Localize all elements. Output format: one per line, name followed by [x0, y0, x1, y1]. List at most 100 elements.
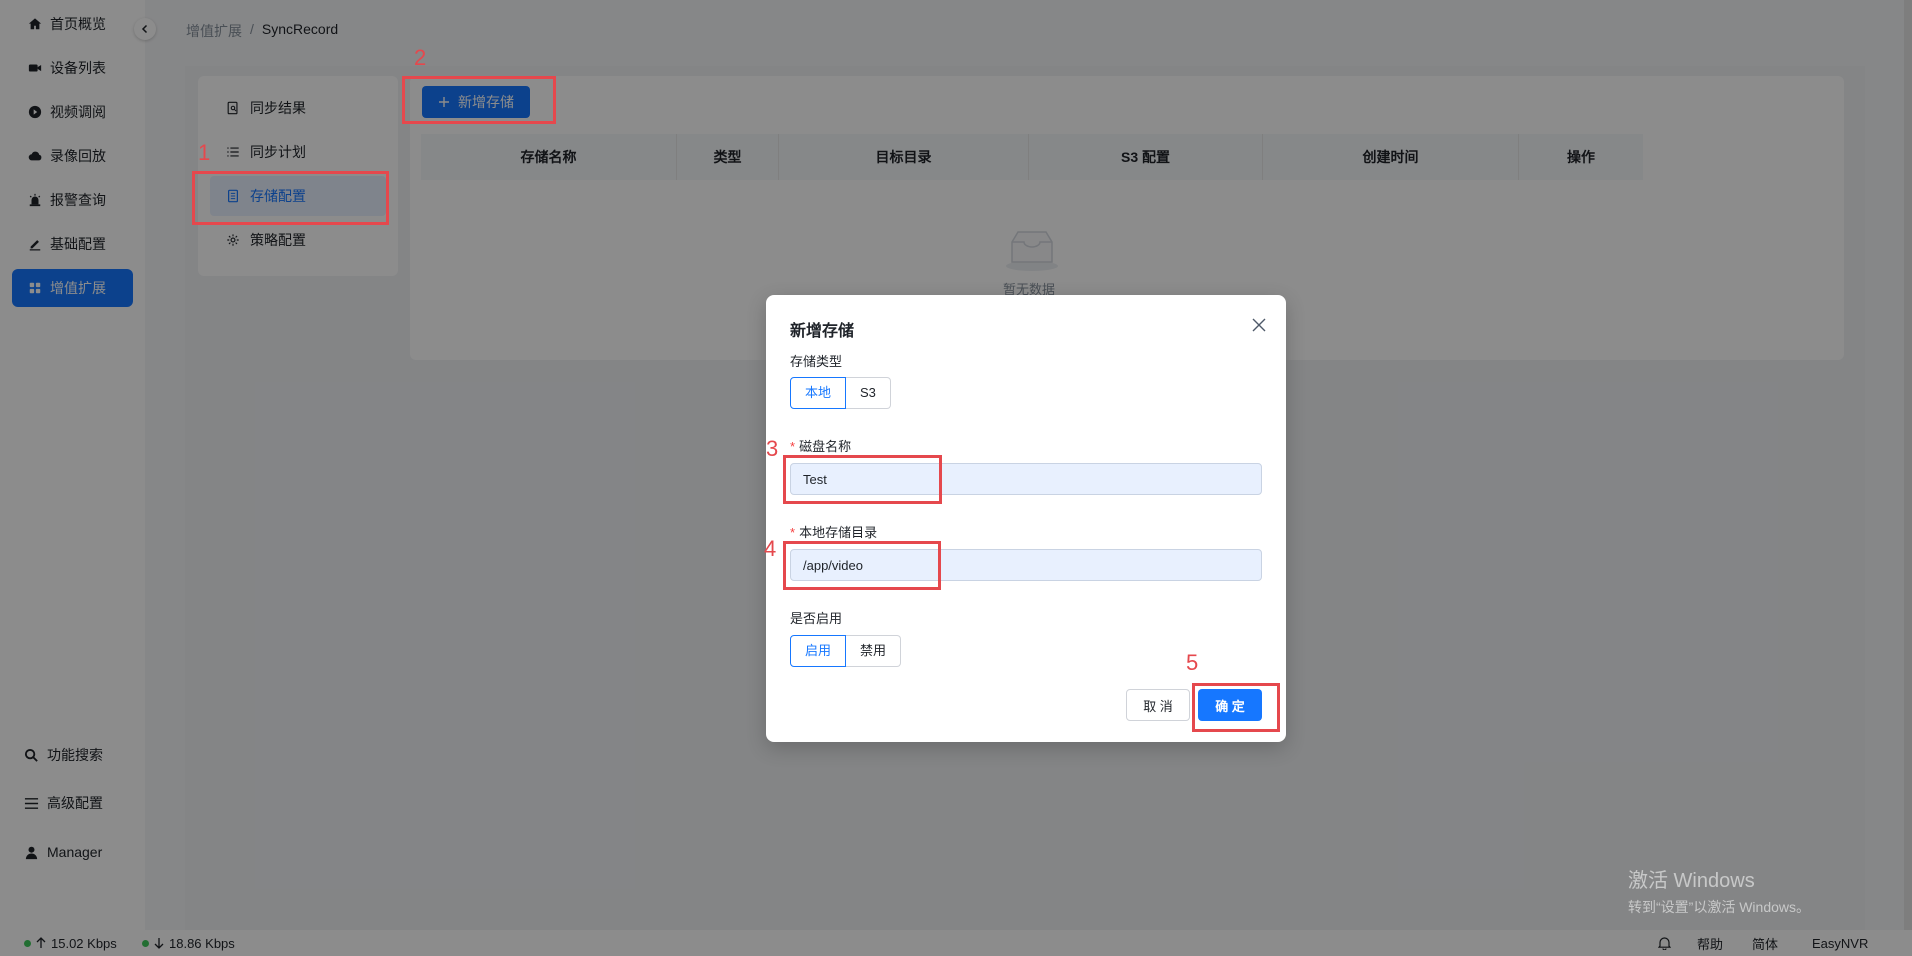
- cancel-button[interactable]: 取 消: [1126, 689, 1190, 721]
- list-icon: [227, 147, 239, 157]
- storage-type-local-option[interactable]: 本地: [790, 377, 847, 409]
- annotation-box-5: [1192, 683, 1280, 732]
- play-circle-icon: [28, 105, 42, 119]
- advanced-config-button[interactable]: 高级配置: [12, 785, 133, 821]
- enable-label: 是否启用: [790, 611, 843, 626]
- search-icon: [24, 748, 38, 762]
- sidebar-item-extensions[interactable]: 增值扩展: [12, 269, 133, 307]
- sidebar-item-label: 视频调阅: [50, 104, 106, 120]
- windows-activation-watermark: 激活 Windows 转到“设置”以激活 Windows。: [1628, 864, 1810, 917]
- close-icon: [1252, 318, 1266, 332]
- subnav-item-policy-config[interactable]: 策略配置: [210, 220, 386, 260]
- watermark-line-2: 转到“设置”以激活 Windows。: [1628, 899, 1811, 915]
- table-header: 存储名称 类型 目标目录 S3 配置 创建时间 操作: [421, 134, 1643, 180]
- notification-button[interactable]: [1658, 930, 1671, 956]
- breadcrumb-current: SyncRecord: [261, 21, 339, 37]
- document-search-icon: [227, 101, 238, 115]
- column-header-target-dir: 目标目录: [779, 134, 1029, 180]
- brand-label: EasyNVR: [1812, 935, 1869, 951]
- storage-type-label: 存储类型: [790, 354, 843, 369]
- upload-status-dot: [24, 939, 31, 947]
- menu-icon: [24, 797, 39, 809]
- page-scrollbar[interactable]: [1904, 0, 1912, 930]
- storage-type-s3-option[interactable]: S3: [846, 377, 891, 409]
- sidebar-item-label: 基础配置: [50, 236, 106, 252]
- empty-box-icon: [1006, 231, 1058, 271]
- column-header-actions: 操作: [1567, 149, 1595, 165]
- download-speed-value: 18.86 Kbps: [169, 935, 235, 951]
- sidebar-item-video[interactable]: 视频调阅: [12, 93, 133, 131]
- enable-selector: 启用 禁用: [790, 635, 902, 667]
- sidebar: 首页概览 设备列表 视频调阅 录像回放 报警查询 基础配置 增值扩展 功能搜索 …: [0, 0, 145, 930]
- storage-type-selector: 本地 S3: [790, 377, 891, 409]
- sidebar-item-alarm[interactable]: 报警查询: [12, 181, 133, 219]
- alarm-icon: [29, 193, 41, 207]
- grid-icon: [29, 282, 41, 294]
- sidebar-collapse-button[interactable]: [134, 18, 156, 40]
- advanced-config-label: 高级配置: [47, 795, 103, 811]
- dialog-close-button[interactable]: [1249, 315, 1269, 335]
- column-header-s3-config: S3 配置: [1029, 134, 1263, 180]
- annotation-box-4: [783, 541, 941, 590]
- download-speed: 18.86 Kbps: [142, 930, 235, 956]
- sidebar-item-devices[interactable]: 设备列表: [12, 49, 133, 87]
- bell-icon: [1658, 937, 1671, 950]
- user-icon: [25, 846, 38, 859]
- sidebar-item-home[interactable]: 首页概览: [12, 5, 133, 43]
- disk-name-label: * 磁盘名称: [790, 436, 851, 455]
- subnav-item-label: 同步计划: [250, 144, 306, 160]
- annotation-number-3: 3: [766, 436, 779, 461]
- required-mark: *: [790, 525, 796, 540]
- gear-icon: [227, 234, 239, 246]
- dialog-title: 新增存储: [790, 323, 855, 340]
- user-menu[interactable]: Manager: [12, 834, 133, 870]
- add-storage-dialog: 新增存储 存储类型 本地 S3 *磁盘名称 *本地存储目录 是否启用 启用 禁用…: [766, 295, 1286, 742]
- sidebar-item-label: 报警查询: [50, 192, 106, 208]
- annotation-box-3: [783, 455, 942, 504]
- subnav-item-label: 同步结果: [250, 100, 306, 116]
- sidebar-item-basic-config[interactable]: 基础配置: [12, 225, 133, 263]
- upload-speed-value: 15.02 Kbps: [51, 935, 117, 951]
- subnav-item-label: 策略配置: [250, 232, 306, 248]
- function-search-button[interactable]: 功能搜索: [12, 737, 133, 773]
- sidebar-item-playback[interactable]: 录像回放: [12, 137, 133, 175]
- download-status-dot: [142, 939, 149, 947]
- home-icon: [28, 18, 42, 30]
- user-name: Manager: [47, 844, 103, 860]
- language-switch[interactable]: 简体: [1752, 930, 1778, 956]
- breadcrumb-parent[interactable]: 增值扩展: [186, 21, 242, 41]
- column-header-created-time: 创建时间: [1263, 134, 1519, 180]
- local-dir-label-text: 本地存储目录: [799, 525, 878, 540]
- annotation-box-2: [402, 76, 556, 124]
- annotation-number-4: 4: [764, 536, 777, 561]
- column-header-storage-name: 存储名称: [421, 134, 677, 180]
- breadcrumb-separator: /: [250, 21, 254, 37]
- function-search-label: 功能搜索: [47, 747, 103, 763]
- local-dir-label: * 本地存储目录: [790, 522, 877, 541]
- enable-off-option[interactable]: 禁用: [846, 635, 902, 667]
- arrow-up-icon: [36, 937, 46, 948]
- column-header-type: 类型: [677, 134, 779, 180]
- cloud-icon: [28, 151, 42, 161]
- help-link[interactable]: 帮助: [1697, 930, 1723, 956]
- watermark-line-1: 激活 Windows: [1628, 870, 1755, 892]
- upload-speed: 15.02 Kbps: [24, 930, 117, 956]
- annotation-number-1: 1: [198, 140, 211, 165]
- sidebar-item-label: 增值扩展: [50, 280, 106, 296]
- chevron-left-icon: [141, 24, 148, 34]
- subnav-item-sync-plan[interactable]: 同步计划: [210, 132, 386, 172]
- sidebar-item-label: 首页概览: [50, 16, 106, 32]
- annotation-number-5: 5: [1186, 650, 1199, 675]
- enable-on-option[interactable]: 启用: [790, 635, 847, 667]
- annotation-box-1: [192, 171, 389, 225]
- sidebar-item-label: 设备列表: [50, 60, 106, 76]
- required-mark: *: [790, 439, 796, 454]
- sidebar-item-label: 录像回放: [50, 148, 106, 164]
- arrow-down-icon: [154, 938, 164, 949]
- breadcrumb: 增值扩展 / SyncRecord: [186, 21, 338, 41]
- annotation-number-2: 2: [414, 45, 427, 70]
- edit-icon: [29, 240, 41, 251]
- subnav-item-sync-results[interactable]: 同步结果: [210, 88, 386, 128]
- camera-icon: [28, 64, 42, 72]
- disk-name-label-text: 磁盘名称: [799, 439, 852, 454]
